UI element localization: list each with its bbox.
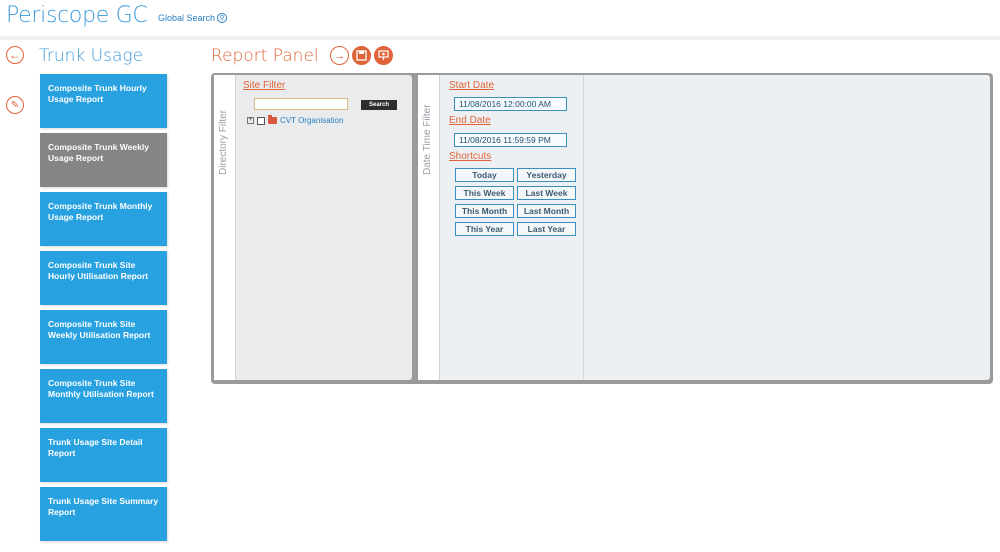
run-report-icon[interactable]: → [330,46,349,65]
report-list: Composite Trunk Hourly Usage Report Comp… [40,74,167,546]
shortcut-this-week-button[interactable]: This Week [455,186,514,200]
edit-icon[interactable]: ✎ [6,96,24,114]
shortcuts-label[interactable]: Shortcuts [449,151,491,162]
panel-actions: → [330,46,393,65]
datetime-filter-box: Date Time Filter Start Date 11/08/2016 1… [418,75,990,380]
search-icon: ⚲ [217,13,228,23]
panel-title: Report Panel [211,46,319,66]
shortcut-yesterday-button[interactable]: Yesterday [517,168,576,182]
app-title: Periscope GC [6,3,148,28]
shortcut-last-week-button[interactable]: Last Week [517,186,576,200]
shortcut-today-button[interactable]: Today [455,168,514,182]
top-bar: Periscope GC Global Search ⚲ [0,0,1000,36]
search-button[interactable]: Search [361,100,397,110]
shortcut-last-month-button[interactable]: Last Month [517,204,576,218]
datetime-filter-tab[interactable]: Date Time Filter [418,75,440,380]
header-divider [0,36,1000,40]
end-date-label[interactable]: End Date [449,115,491,126]
start-date-field[interactable]: 11/08/2016 12:00:00 AM [454,97,567,111]
report-item-selected[interactable]: Composite Trunk Weekly Usage Report [40,133,167,187]
folder-icon [268,115,277,124]
end-date-field[interactable]: 11/08/2016 11:59:59 PM [454,133,567,147]
site-filter-link[interactable]: Site Filter [243,80,285,91]
save-icon[interactable] [352,46,371,65]
directory-filter-tab-label: Directory Filter [218,109,229,175]
datetime-filter-tab-label: Date Time Filter [422,104,433,175]
shortcut-this-month-button[interactable]: This Month [455,204,514,218]
tree-checkbox[interactable] [257,116,265,125]
shortcut-last-year-button[interactable]: Last Year [517,222,576,236]
tree-node: + CVT Organisation [247,115,343,125]
report-item[interactable]: Trunk Usage Site Summary Report [40,487,167,541]
back-icon[interactable]: ← [6,46,24,64]
report-item[interactable]: Composite Trunk Site Monthly Utilisation… [40,369,167,423]
tree-node-label[interactable]: CVT Organisation [280,116,343,125]
report-item[interactable]: Composite Trunk Hourly Usage Report [40,74,167,128]
global-search-link[interactable]: Global Search ⚲ [158,13,228,23]
report-item[interactable]: Composite Trunk Site Weekly Utilisation … [40,310,167,364]
directory-filter-tab[interactable]: Directory Filter [214,75,236,380]
directory-filter-box: Directory Filter Site Filter Search + CV… [214,75,412,380]
report-item[interactable]: Composite Trunk Monthly Usage Report [40,192,167,246]
presentation-icon[interactable] [374,46,393,65]
site-filter-input[interactable] [254,98,348,110]
datetime-separator [583,75,584,380]
expand-icon[interactable]: + [247,117,254,124]
report-item[interactable]: Trunk Usage Site Detail Report [40,428,167,482]
section-title: Trunk Usage [39,46,144,66]
start-date-label[interactable]: Start Date [449,80,494,91]
shortcut-this-year-button[interactable]: This Year [455,222,514,236]
shortcut-grid: Today Yesterday This Week Last Week This… [455,168,576,236]
global-search-label: Global Search [158,13,216,23]
report-item[interactable]: Composite Trunk Site Hourly Utilisation … [40,251,167,305]
